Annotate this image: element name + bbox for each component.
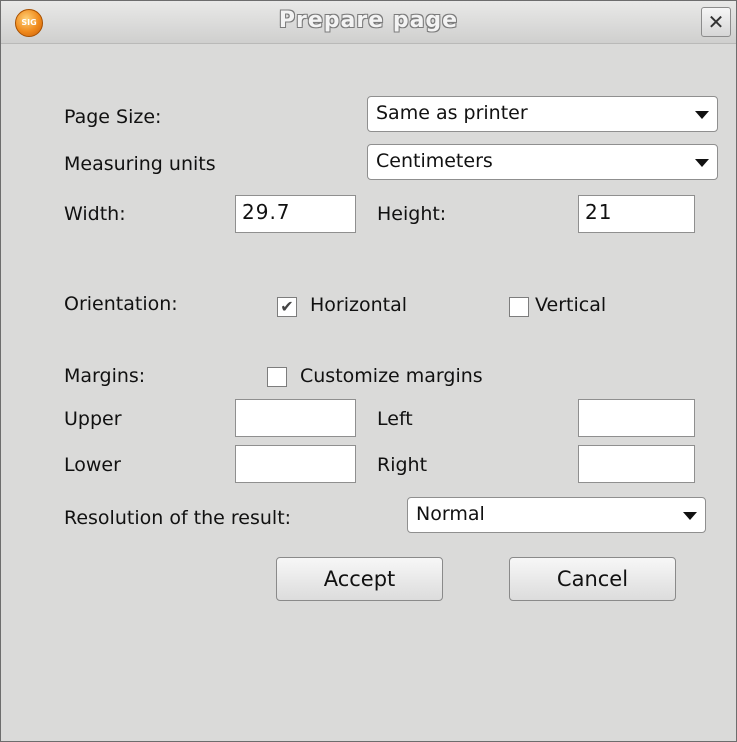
lower-label: Lower <box>64 454 121 476</box>
lower-margin-field[interactable] <box>235 445 356 483</box>
checkmark-icon: ✔ <box>280 297 294 316</box>
margins-label: Margins: <box>64 365 146 387</box>
chevron-down-icon <box>695 111 709 119</box>
upper-margin-field[interactable] <box>235 399 356 437</box>
cancel-button[interactable]: Cancel <box>509 557 676 601</box>
title-bar[interactable]: SIG Prepare page ✕ <box>1 1 736 44</box>
chevron-down-icon <box>695 159 709 167</box>
right-label: Right <box>377 454 428 476</box>
measuring-units-label: Measuring units <box>64 153 216 175</box>
customize-margins-checkbox[interactable] <box>267 367 287 387</box>
measuring-units-value: Centimeters <box>376 150 493 172</box>
resolution-label: Resolution of the result: <box>64 507 292 529</box>
height-label: Height: <box>377 203 447 225</box>
close-button[interactable]: ✕ <box>701 7 731 37</box>
prepare-page-dialog: SIG Prepare page ✕ Page Size: Same as pr… <box>0 0 737 742</box>
window-title: Prepare page <box>278 8 459 33</box>
width-label: Width: <box>64 203 126 225</box>
orientation-label: Orientation: <box>64 293 178 315</box>
resolution-value: Normal <box>416 503 485 525</box>
customize-margins-label: Customize margins <box>300 365 483 387</box>
height-field[interactable]: 21 <box>578 195 695 233</box>
page-size-label: Page Size: <box>64 106 162 128</box>
horizontal-label: Horizontal <box>310 294 408 316</box>
right-margin-field[interactable] <box>578 445 695 483</box>
width-field[interactable]: 29.7 <box>235 195 356 233</box>
vertical-label: Vertical <box>535 294 607 316</box>
page-size-value: Same as printer <box>376 102 528 124</box>
horizontal-checkbox[interactable]: ✔ <box>277 297 297 317</box>
vertical-checkbox[interactable] <box>509 297 529 317</box>
page-size-select[interactable]: Same as printer <box>367 96 718 132</box>
upper-label: Upper <box>64 408 122 430</box>
measuring-units-select[interactable]: Centimeters <box>367 144 718 180</box>
accept-button[interactable]: Accept <box>276 557 443 601</box>
left-label: Left <box>377 408 413 430</box>
resolution-select[interactable]: Normal <box>407 497 706 533</box>
left-margin-field[interactable] <box>578 399 695 437</box>
chevron-down-icon <box>683 512 697 520</box>
close-icon: ✕ <box>707 10 725 34</box>
